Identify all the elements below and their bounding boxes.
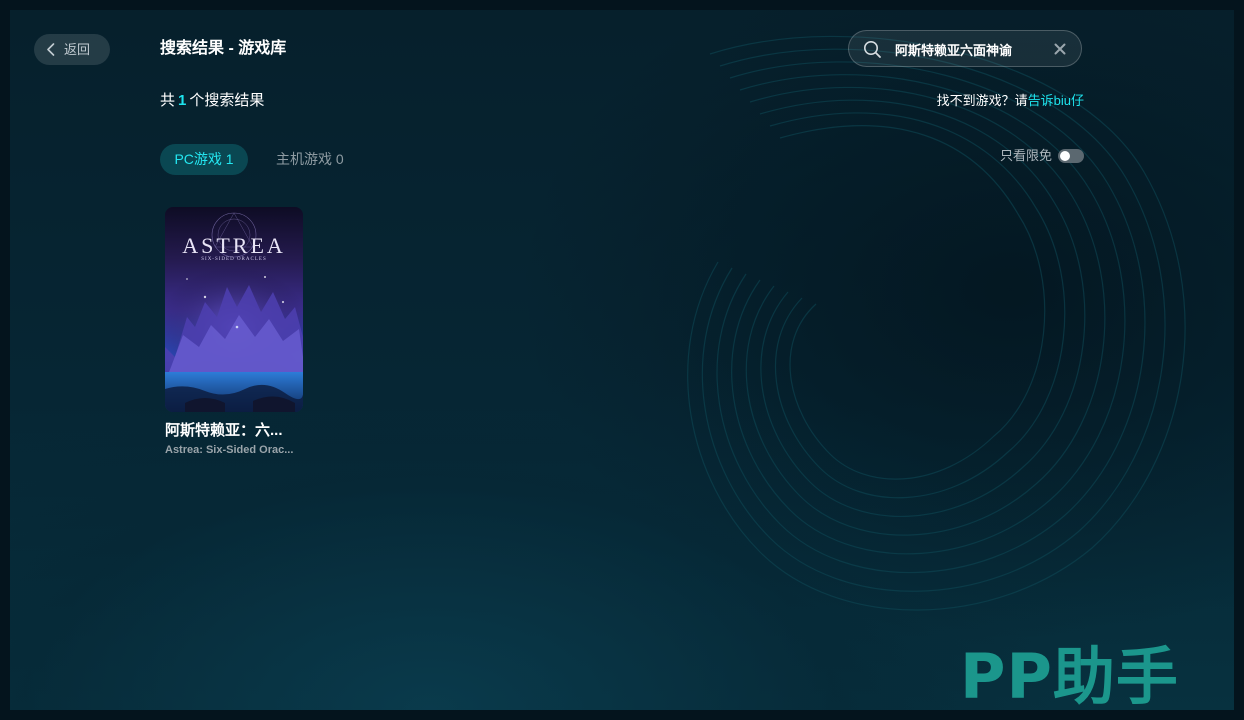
free-only-label: 只看限免	[999, 148, 1052, 163]
help-text-prefix: 找不到游戏？请	[936, 93, 1028, 108]
page-title: 搜索结果 - 游戏库	[160, 40, 287, 57]
chevron-left-icon	[47, 43, 55, 56]
search-box[interactable]	[848, 30, 1082, 67]
cover-subtitle-text: SIX-SIDED ORACLES	[201, 257, 267, 262]
background-rings-decoration	[687, 35, 1186, 611]
help-text: 找不到游戏？请告诉biu仔	[937, 93, 1084, 109]
watermark-logo: PP助手	[960, 640, 1179, 713]
feedback-link[interactable]: 告诉biu仔	[1028, 93, 1084, 108]
free-only-toggle[interactable]	[1058, 149, 1084, 163]
result-count-suffix: 个搜索结果	[189, 92, 265, 109]
game-english-title: Astrea: Six-Sided Orac...	[165, 444, 294, 456]
game-title[interactable]: 阿斯特赖亚：六...	[165, 421, 303, 440]
toggle-knob	[1060, 151, 1070, 161]
cover-logo-text: ASTREA	[182, 233, 286, 258]
clear-search-icon[interactable]	[1053, 42, 1067, 56]
game-card[interactable]: ASTREA SIX-SIDED ORACLES 阿斯特赖亚：六... Astr…	[165, 207, 303, 457]
result-count-number: 1	[178, 92, 187, 109]
back-button[interactable]: 返回	[34, 34, 110, 65]
free-only-filter[interactable]: 只看限免	[1000, 147, 1084, 165]
search-icon[interactable]	[863, 40, 882, 59]
back-button-label: 返回	[64, 42, 91, 57]
game-cover-image[interactable]: ASTREA SIX-SIDED ORACLES	[165, 207, 303, 412]
tab-console-games[interactable]: 主机游戏 0	[276, 151, 344, 168]
search-input[interactable]	[895, 39, 1045, 59]
tab-pc-games[interactable]: PC游戏 1	[160, 144, 248, 175]
result-count: 共 1 个搜索结果	[160, 92, 264, 110]
app-window: 返回 搜索结果 - 游戏库 共1个搜索结果 找不到游戏？请告诉biu仔 PC游戏…	[10, 10, 1234, 710]
result-count-prefix: 共	[160, 92, 176, 109]
